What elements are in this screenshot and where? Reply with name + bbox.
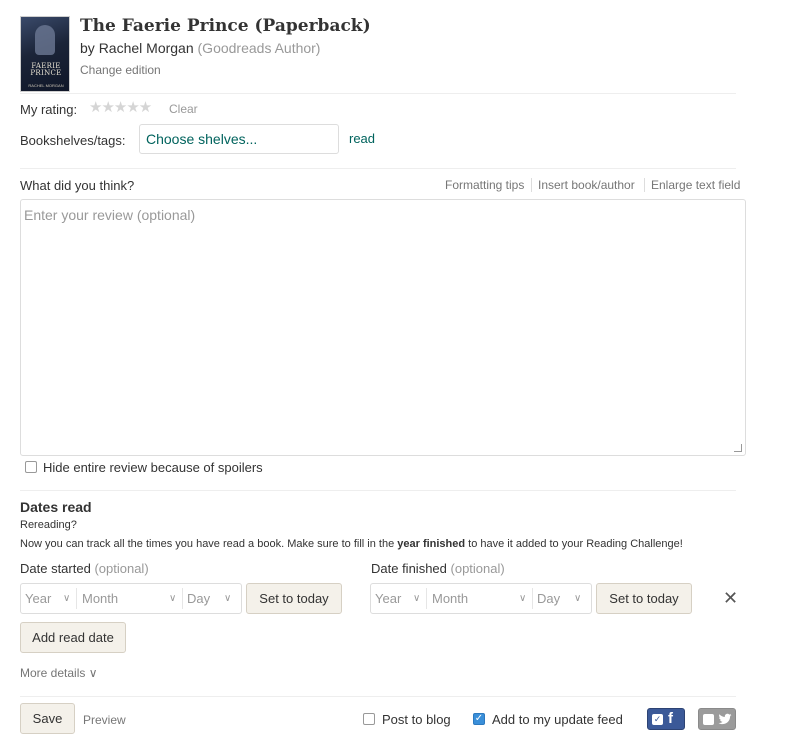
divider: [20, 696, 736, 697]
author-role: (Goodreads Author): [197, 40, 321, 56]
note-text-end: to have it added to your Reading Challen…: [465, 538, 683, 550]
divider: [20, 93, 736, 94]
twitter-share-toggle[interactable]: ✓: [698, 708, 736, 730]
bookshelves-label: Bookshelves/tags:: [20, 133, 126, 148]
note-bold: year finished: [397, 538, 466, 550]
tool-separator: [644, 178, 645, 192]
start-set-today-button[interactable]: Set to today: [246, 583, 342, 614]
save-button[interactable]: Save: [20, 703, 75, 734]
book-cover[interactable]: FAERIE PRINCE RACHEL MORGAN: [20, 16, 70, 92]
cover-title: FAERIE PRINCE: [30, 62, 62, 77]
add-to-feed-checkbox[interactable]: ✓: [473, 713, 485, 725]
cover-author: RACHEL MORGAN: [28, 83, 64, 88]
unchecked-box-icon: ✓: [703, 714, 714, 725]
date-started-text: Date started: [20, 561, 91, 576]
chevron-down-icon: ∨: [169, 593, 177, 604]
finish-year-select[interactable]: Year: [375, 584, 401, 613]
choose-shelves-input[interactable]: Choose shelves...: [139, 124, 339, 154]
finish-set-today-button[interactable]: Set to today: [596, 583, 692, 614]
chevron-down-icon: ∨: [519, 593, 527, 604]
post-to-blog-checkbox[interactable]: [363, 713, 375, 725]
more-details-link[interactable]: More details ∨: [20, 666, 97, 680]
chevron-down-icon: ∨: [63, 593, 71, 604]
twitter-icon: [718, 713, 732, 725]
select-divider: [532, 588, 533, 609]
date-started-label: Date started (optional): [20, 561, 149, 576]
dates-read-heading: Dates read: [20, 499, 92, 515]
enlarge-text-field-link[interactable]: Enlarge text field: [651, 178, 740, 192]
select-divider: [76, 588, 77, 609]
note-text: Now you can track all the times you have…: [20, 538, 398, 550]
finish-month-select[interactable]: Month: [432, 584, 468, 613]
formatting-tips-link[interactable]: Formatting tips: [445, 178, 524, 192]
date-finished-selects: Year ∨ Month ∨ Day ∨: [370, 583, 592, 614]
date-finished-text: Date finished: [371, 561, 447, 576]
cover-figure: [35, 25, 55, 55]
tool-separator: [531, 178, 532, 192]
spoiler-checkbox[interactable]: [25, 461, 37, 473]
chevron-down-icon: ∨: [224, 593, 232, 604]
reading-challenge-note: Now you can track all the times you have…: [20, 538, 683, 550]
close-icon[interactable]: ✕: [723, 588, 738, 608]
finish-day-select[interactable]: Day: [537, 584, 560, 613]
chevron-down-icon: ∨: [574, 593, 582, 604]
clear-rating-link[interactable]: Clear: [169, 102, 198, 116]
change-edition-link[interactable]: Change edition: [80, 63, 161, 77]
select-divider: [426, 588, 427, 609]
facebook-share-toggle[interactable]: ✓ f: [647, 708, 685, 730]
facebook-icon: f: [668, 710, 673, 727]
review-placeholder: Enter your review (optional): [24, 207, 196, 223]
optional-hint: (optional): [450, 561, 505, 576]
chevron-down-icon: ∨: [413, 593, 421, 604]
start-day-select[interactable]: Day: [187, 584, 210, 613]
select-divider: [182, 588, 183, 609]
start-month-select[interactable]: Month: [82, 584, 118, 613]
rereading-label: Rereading?: [20, 519, 77, 531]
date-started-selects: Year ∨ Month ∨ Day ∨: [20, 583, 242, 614]
add-read-date-button[interactable]: Add read date: [20, 622, 126, 653]
rating-stars[interactable]: ★★★★★: [89, 99, 152, 117]
book-title[interactable]: The Faerie Prince (Paperback): [80, 16, 371, 36]
spoiler-label: Hide entire review because of spoilers: [43, 460, 263, 475]
shelf-tag-read[interactable]: read: [349, 131, 375, 146]
book-byline: by Rachel Morgan (Goodreads Author): [80, 40, 320, 56]
date-finished-label: Date finished (optional): [371, 561, 505, 576]
rating-label: My rating:: [20, 102, 78, 117]
resize-grip-icon[interactable]: [734, 444, 742, 452]
start-year-select[interactable]: Year: [25, 584, 51, 613]
divider: [20, 168, 736, 169]
optional-hint: (optional): [94, 561, 149, 576]
add-to-feed-label: Add to my update feed: [492, 712, 623, 727]
author-link[interactable]: Rachel Morgan: [99, 40, 194, 56]
review-heading: What did you think?: [20, 178, 135, 193]
check-icon: ✓: [652, 714, 663, 725]
review-textarea[interactable]: Enter your review (optional): [20, 199, 746, 456]
divider: [20, 490, 736, 491]
post-to-blog-label: Post to blog: [382, 712, 451, 727]
preview-link[interactable]: Preview: [83, 713, 126, 727]
insert-book-author-link[interactable]: Insert book/author: [538, 178, 635, 192]
by-label: by: [80, 40, 95, 56]
